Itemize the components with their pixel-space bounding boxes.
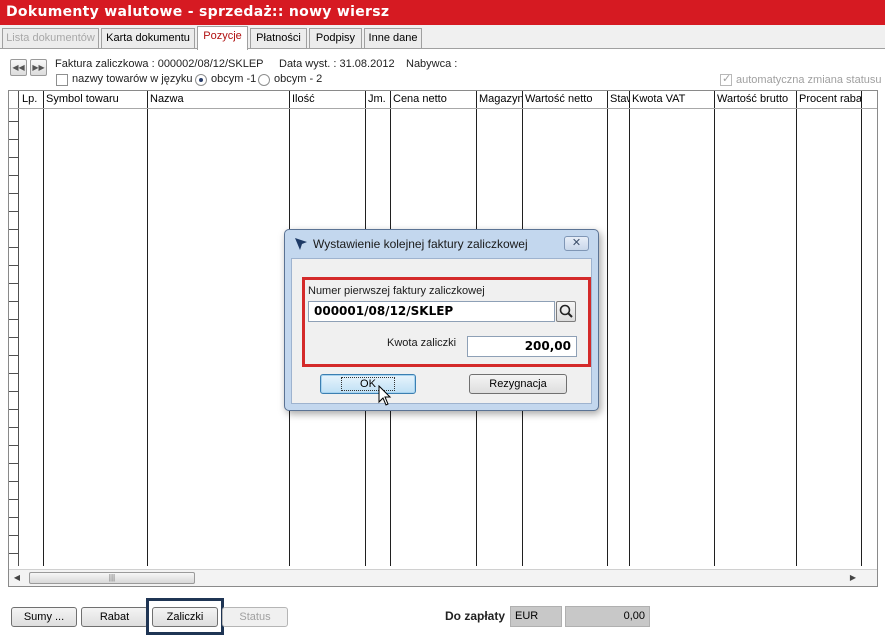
column-header[interactable]: Ilość [289, 91, 365, 109]
advances-label: Zaliczki [166, 611, 204, 623]
first-invoice-label: Numer pierwszej faktury zaliczkowej [308, 285, 485, 297]
tab-inne-dane[interactable]: Inne dane [364, 28, 422, 48]
sums-button[interactable]: Sumy ... [11, 607, 77, 627]
arrow-pointer-icon [295, 238, 307, 250]
dialog-title: Wystawienie kolejnej faktury zaliczkowej [313, 237, 528, 251]
language-1-label: obcym -1 [211, 73, 257, 85]
column-header[interactable]: Kwota VAT [629, 91, 714, 109]
status-button[interactable]: Status [222, 607, 288, 627]
scroll-right-icon[interactable]: ▶ [847, 572, 859, 584]
foreign-language-checkbox[interactable] [56, 74, 68, 86]
tab-bar: Lista dokumentów Karta dokumentu Pozycje… [0, 25, 885, 50]
column-header[interactable]: Wartość netto [522, 91, 607, 109]
tab-karta-dokumentu[interactable]: Karta dokumentu [101, 28, 195, 48]
auto-status-label: automatyczna zmiana statusu [736, 74, 882, 86]
column-header[interactable]: Lp. [19, 91, 43, 109]
sums-label: Sumy ... [23, 611, 65, 623]
column-header[interactable]: Cena netto [390, 91, 476, 109]
currency-field: EUR [510, 606, 562, 627]
foreign-language-label: nazwy towarów w języku [72, 73, 193, 85]
window-title: Dokumenty walutowe - sprzedaż:: nowy wie… [0, 0, 885, 25]
cancel-button[interactable]: Rezygnacja [469, 374, 567, 394]
advance-amount-field[interactable]: 200,00 [467, 336, 577, 357]
horizontal-scrollbar[interactable]: ◀ ||| ▶ [9, 569, 877, 586]
row-header [9, 91, 19, 566]
dialog-body: Numer pierwszej faktury zaliczkowej 0000… [291, 258, 592, 404]
search-icon[interactable] [556, 301, 576, 322]
tab-pozycje[interactable]: Pozycje [197, 26, 248, 50]
column-header[interactable]: Jm. [365, 91, 390, 109]
amount-due-label: Do zapłaty [445, 609, 506, 623]
advance-amount-label: Kwota zaliczki [387, 337, 457, 349]
rewind-icon[interactable]: ◀◀ [10, 59, 27, 76]
discount-label: Rabat [99, 611, 130, 623]
auto-status-checkbox[interactable] [720, 72, 732, 86]
language-2-radio[interactable] [258, 74, 270, 86]
cancel-label: Rezygnacja [489, 378, 547, 390]
advance-invoice-dialog: Wystawienie kolejnej faktury zaliczkowej… [284, 229, 599, 411]
buyer-label: Nabywca : [406, 58, 458, 70]
close-icon[interactable]: ✕ [564, 236, 589, 251]
column-header[interactable]: Wartość brutto [714, 91, 796, 109]
tab-podpisy[interactable]: Podpisy [309, 28, 362, 48]
column-header[interactable]: Procent raba [796, 91, 861, 109]
advances-button[interactable]: Zaliczki [152, 607, 218, 627]
language-1-radio[interactable] [195, 74, 207, 86]
amount-due-field: 0,00 [565, 606, 650, 627]
column-header[interactable]: Magazyn [476, 91, 522, 109]
grid-header: Lp. Symbol towaru Nazwa Ilość Jm. Cena n… [9, 91, 877, 109]
first-invoice-field[interactable]: 000001/08/12/SKLEP [308, 301, 555, 322]
fast-forward-icon[interactable]: ▶▶ [30, 59, 47, 76]
column-header[interactable]: Staw [607, 91, 629, 109]
column-header[interactable]: Symbol towaru [43, 91, 147, 109]
status-label: Status [239, 611, 271, 623]
scroll-left-icon[interactable]: ◀ [11, 572, 23, 584]
language-2-label: obcym - 2 [274, 73, 323, 85]
invoice-number-label: Faktura zaliczkowa : 000002/08/12/SKLEP [55, 58, 264, 70]
mouse-cursor-icon [378, 385, 392, 406]
scrollbar-thumb[interactable]: ||| [29, 572, 195, 584]
ok-button[interactable]: OK [320, 374, 416, 394]
column-header[interactable]: Nazwa [147, 91, 289, 109]
issue-date-label: Data wyst. : 31.08.2012 [279, 58, 395, 70]
tab-lista-dokumentow[interactable]: Lista dokumentów [2, 28, 99, 48]
tab-platnosci[interactable]: Płatności [250, 28, 307, 48]
discount-button[interactable]: Rabat [81, 607, 148, 627]
